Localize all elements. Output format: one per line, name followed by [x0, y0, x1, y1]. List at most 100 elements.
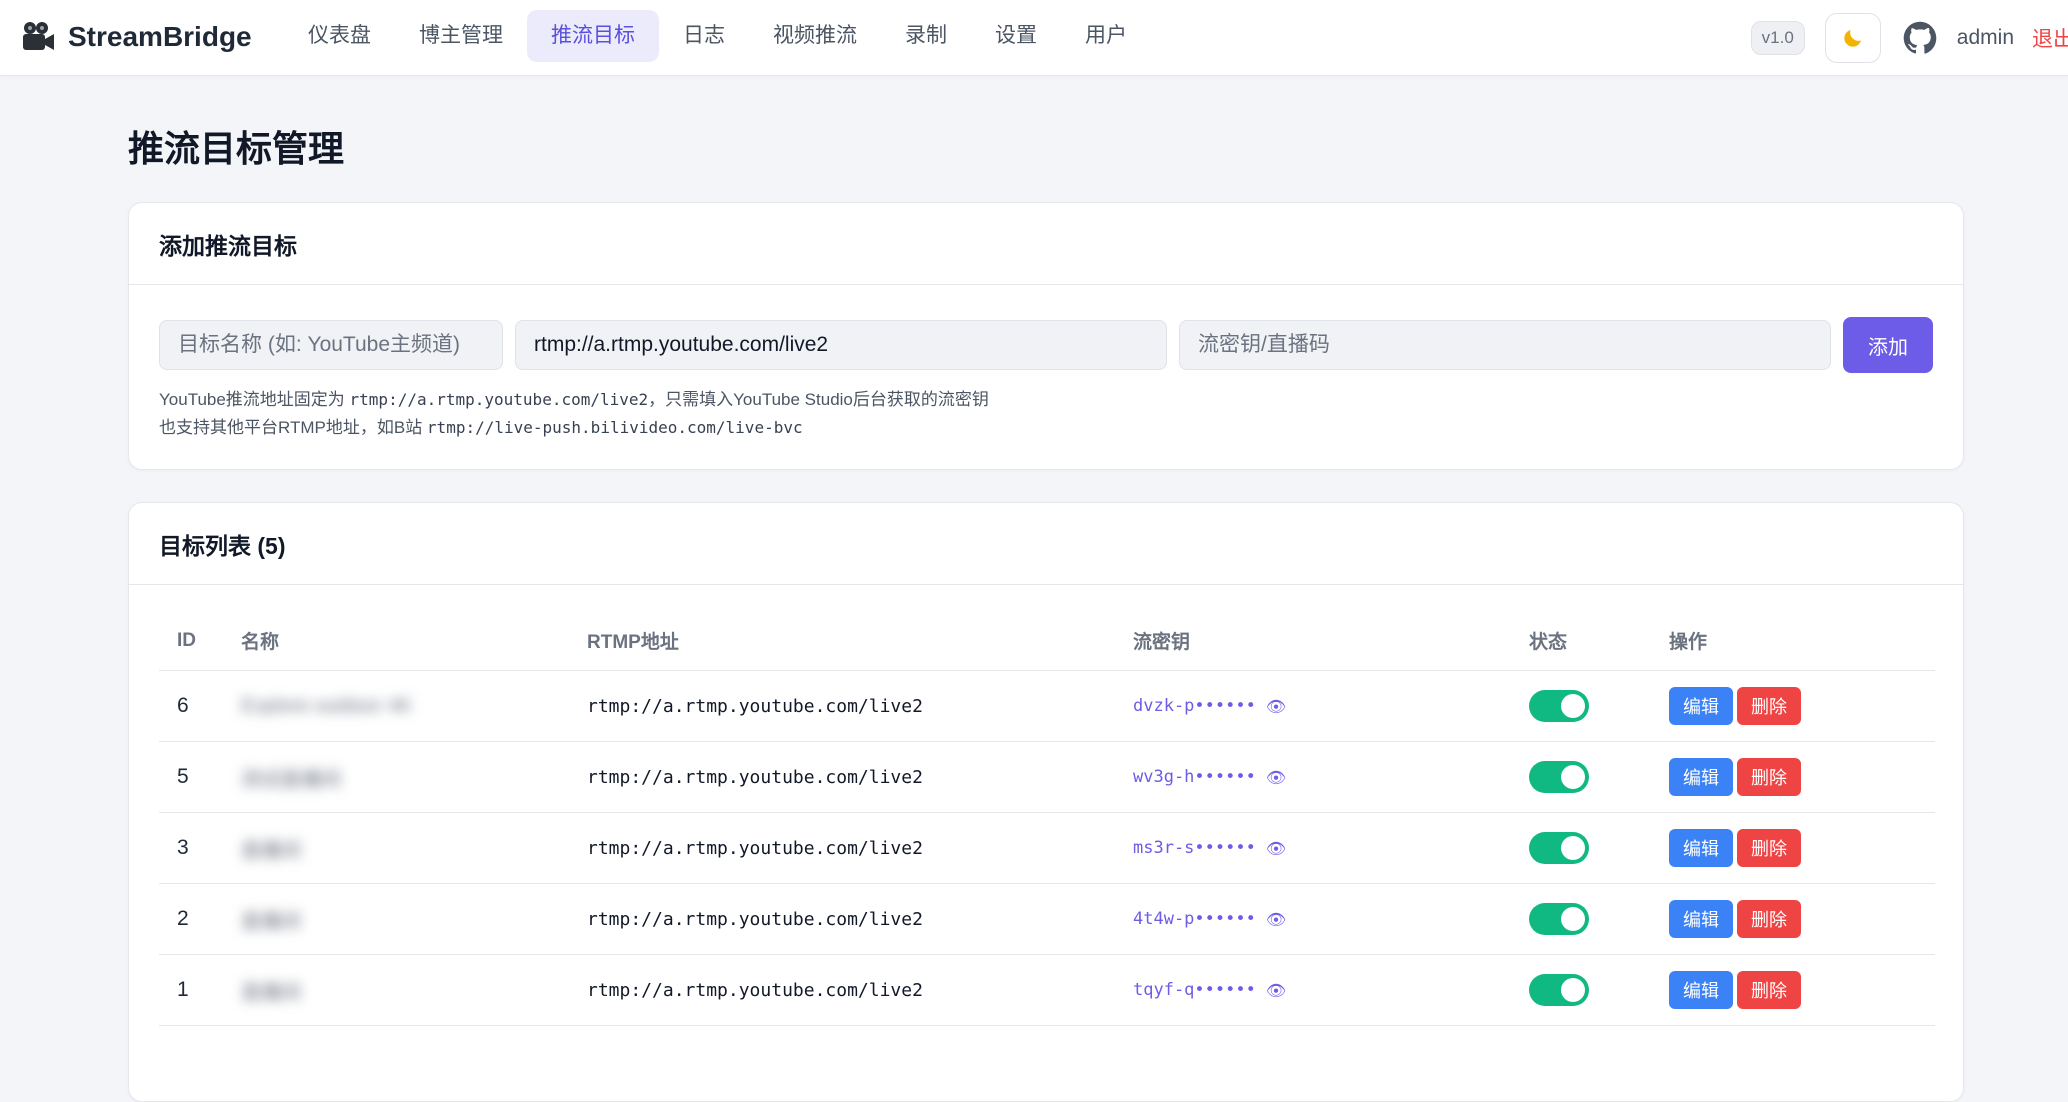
- add-button[interactable]: 添加: [1843, 317, 1933, 373]
- row-id: 1: [177, 978, 189, 1001]
- eye-icon[interactable]: 👁: [1266, 981, 1286, 1000]
- target-list-card: 目标列表 (5) ID 名称 RTMP地址 流密钥 状态 操作 6 Explor…: [128, 502, 1964, 1102]
- col-id: ID: [177, 629, 196, 651]
- col-rtmp-url: RTMP地址: [587, 632, 679, 653]
- masked-key: wv3g-h••••••: [1133, 767, 1256, 787]
- moon-icon: [1844, 30, 1861, 47]
- delete-button[interactable]: 删除: [1737, 829, 1801, 867]
- eye-icon[interactable]: 👁: [1266, 697, 1286, 716]
- delete-button[interactable]: 删除: [1737, 900, 1801, 938]
- nav-push-targets[interactable]: 推流目标: [527, 10, 659, 62]
- logout-link[interactable]: 退出: [2032, 23, 2068, 53]
- table-row: 6 Explore outdoor 4K rtmp://a.rtmp.youtu…: [159, 671, 1935, 742]
- target-name-input[interactable]: [159, 320, 503, 370]
- row-id: 2: [177, 907, 189, 930]
- row-actions: 编辑 删除: [1669, 829, 1929, 867]
- brand-logo[interactable]: StreamBridge: [20, 16, 252, 58]
- delete-button[interactable]: 删除: [1737, 758, 1801, 796]
- masked-key: tqyf-q••••••: [1133, 980, 1256, 1000]
- row-rtmp-url: rtmp://a.rtmp.youtube.com/live2: [587, 695, 923, 717]
- row-status: [1529, 832, 1669, 864]
- targets-table: ID 名称 RTMP地址 流密钥 状态 操作 6 Explore outdoor…: [159, 611, 1935, 1026]
- row-name: 直播间: [241, 976, 587, 1005]
- blurred-name: 直播间: [241, 981, 301, 1004]
- status-toggle[interactable]: [1529, 903, 1589, 935]
- table-header: ID 名称 RTMP地址 流密钥 状态 操作: [159, 611, 1935, 671]
- status-toggle[interactable]: [1529, 974, 1589, 1006]
- user-name: admin: [1956, 26, 2014, 49]
- nav-dashboard[interactable]: 仪表盘: [284, 10, 395, 62]
- delete-button[interactable]: 删除: [1737, 971, 1801, 1009]
- table-row: 3 直播间 rtmp://a.rtmp.youtube.com/live2 ms…: [159, 813, 1935, 884]
- masked-key: dvzk-p••••••: [1133, 696, 1256, 716]
- row-name: 直播间: [241, 834, 587, 863]
- stream-key-input[interactable]: [1179, 320, 1831, 370]
- add-target-form: 添加: [159, 317, 1933, 373]
- eye-icon[interactable]: 👁: [1266, 910, 1286, 929]
- row-rtmp-url: rtmp://a.rtmp.youtube.com/live2: [587, 908, 923, 930]
- status-toggle[interactable]: [1529, 832, 1589, 864]
- row-id: 6: [177, 694, 189, 717]
- nav-recording[interactable]: 录制: [881, 10, 971, 62]
- table-row: 2 直播间 rtmp://a.rtmp.youtube.com/live2 4t…: [159, 884, 1935, 955]
- blurred-name: 直播间: [241, 839, 301, 862]
- page-title: 推流目标管理: [128, 128, 345, 169]
- row-stream-key: tqyf-q•••••• 👁: [1133, 980, 1529, 1000]
- edit-button[interactable]: 编辑: [1669, 687, 1733, 725]
- row-name: 直播间: [241, 905, 587, 934]
- nav-settings[interactable]: 设置: [971, 10, 1061, 62]
- col-name: 名称: [241, 632, 280, 653]
- row-stream-key: dvzk-p•••••• 👁: [1133, 696, 1529, 716]
- status-toggle[interactable]: [1529, 690, 1589, 722]
- nav-users[interactable]: 用户: [1061, 10, 1151, 62]
- youtube-rtmp-code: rtmp://a.rtmp.youtube.com/live2: [349, 390, 649, 409]
- row-actions: 编辑 删除: [1669, 971, 1929, 1009]
- youtube-hint: YouTube推流地址固定为 rtmp://a.rtmp.youtube.com…: [159, 390, 989, 409]
- status-toggle[interactable]: [1529, 761, 1589, 793]
- theme-toggle-button[interactable]: [1824, 13, 1881, 63]
- row-rtmp-url: rtmp://a.rtmp.youtube.com/live2: [587, 766, 923, 788]
- col-status: 状态: [1529, 632, 1568, 653]
- add-target-title: 添加推流目标: [129, 203, 1963, 285]
- github-icon[interactable]: [1903, 21, 1937, 55]
- col-actions: 操作: [1669, 632, 1708, 653]
- eye-icon[interactable]: 👁: [1266, 839, 1286, 858]
- row-name: 测试直播间: [241, 763, 587, 792]
- row-status: [1529, 974, 1669, 1006]
- rtmp-url-input[interactable]: [515, 320, 1167, 370]
- brand-name: StreamBridge: [68, 21, 252, 52]
- eye-icon[interactable]: 👁: [1266, 768, 1286, 787]
- row-status: [1529, 761, 1669, 793]
- masked-key: ms3r-s••••••: [1133, 838, 1256, 858]
- row-status: [1529, 903, 1669, 935]
- row-status: [1529, 690, 1669, 722]
- row-name: Explore outdoor 4K: [241, 694, 587, 718]
- delete-button[interactable]: 删除: [1737, 687, 1801, 725]
- row-stream-key: 4t4w-p•••••• 👁: [1133, 909, 1529, 929]
- row-rtmp-url: rtmp://a.rtmp.youtube.com/live2: [587, 837, 923, 859]
- table-row: 5 测试直播间 rtmp://a.rtmp.youtube.com/live2 …: [159, 742, 1935, 813]
- header-right: v1.0 admin 退出: [1750, 12, 2068, 64]
- edit-button[interactable]: 编辑: [1669, 829, 1733, 867]
- add-target-card: 添加推流目标 添加 YouTube推流地址固定为 rtmp://a.rtmp.y…: [128, 202, 1964, 470]
- edit-button[interactable]: 编辑: [1669, 758, 1733, 796]
- bilibili-rtmp-code: rtmp://live-push.bilivideo.com/live-bvc: [426, 418, 803, 437]
- film-camera-icon: [23, 22, 54, 50]
- row-id: 3: [177, 836, 189, 859]
- edit-button[interactable]: 编辑: [1669, 971, 1733, 1009]
- row-stream-key: wv3g-h•••••• 👁: [1133, 767, 1529, 787]
- top-navbar: StreamBridge 仪表盘 博主管理 推流目标 日志 视频推流 录制 设置…: [0, 0, 2068, 76]
- row-actions: 编辑 删除: [1669, 900, 1929, 938]
- row-rtmp-url: rtmp://a.rtmp.youtube.com/live2: [587, 979, 923, 1001]
- nav-video-push[interactable]: 视频推流: [749, 10, 881, 62]
- version-badge: v1.0: [1750, 21, 1805, 55]
- other-platform-hint: 也支持其他平台RTMP地址，如B站 rtmp://live-push.biliv…: [159, 418, 803, 437]
- row-actions: 编辑 删除: [1669, 687, 1929, 725]
- col-stream-key: 流密钥: [1133, 632, 1191, 653]
- row-actions: 编辑 删除: [1669, 758, 1929, 796]
- nav-logs[interactable]: 日志: [659, 10, 749, 62]
- edit-button[interactable]: 编辑: [1669, 900, 1733, 938]
- nav-bloggers[interactable]: 博主管理: [395, 10, 527, 62]
- blurred-name: 直播间: [241, 910, 301, 933]
- main-nav: 仪表盘 博主管理 推流目标 日志 视频推流 录制 设置 用户: [284, 10, 1151, 62]
